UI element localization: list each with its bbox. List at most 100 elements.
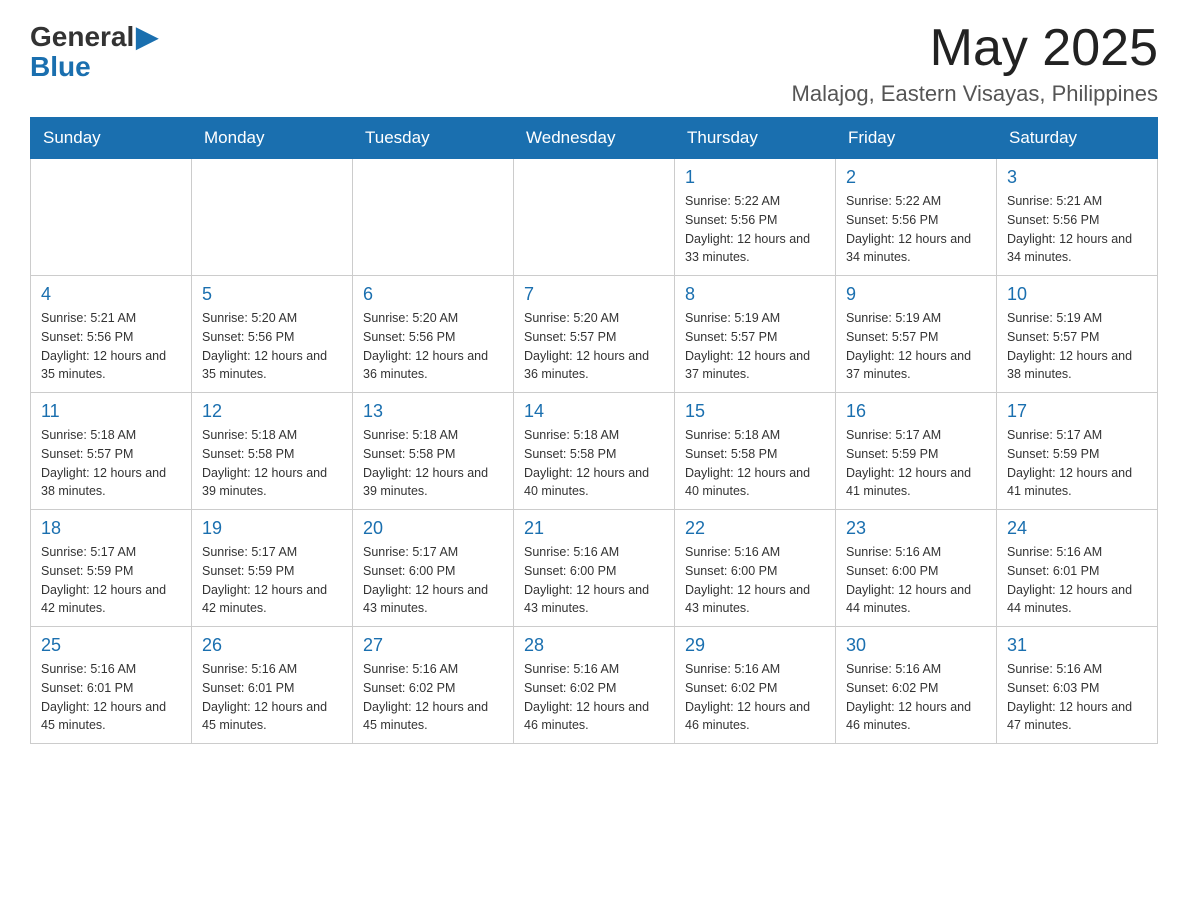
location-subtitle: Malajog, Eastern Visayas, Philippines (792, 81, 1158, 107)
calendar-cell: 17 Sunrise: 5:17 AMSunset: 5:59 PMDayligh… (997, 393, 1158, 510)
day-info: Sunrise: 5:17 AMSunset: 5:59 PMDaylight:… (1007, 426, 1147, 501)
day-info: Sunrise: 5:16 AMSunset: 6:01 PMDaylight:… (202, 660, 342, 735)
day-number: 18 (41, 518, 181, 539)
calendar-week-row: 11 Sunrise: 5:18 AMSunset: 5:57 PMDayligh… (31, 393, 1158, 510)
day-info: Sunrise: 5:16 AMSunset: 6:02 PMDaylight:… (846, 660, 986, 735)
logo: General ▶ Blue (30, 20, 158, 81)
day-info: Sunrise: 5:17 AMSunset: 5:59 PMDaylight:… (202, 543, 342, 618)
day-info: Sunrise: 5:16 AMSunset: 6:02 PMDaylight:… (685, 660, 825, 735)
day-info: Sunrise: 5:16 AMSunset: 6:02 PMDaylight:… (524, 660, 664, 735)
calendar-cell (31, 159, 192, 276)
day-info: Sunrise: 5:16 AMSunset: 6:03 PMDaylight:… (1007, 660, 1147, 735)
calendar-cell: 31 Sunrise: 5:16 AMSunset: 6:03 PMDayligh… (997, 627, 1158, 744)
day-number: 2 (846, 167, 986, 188)
logo-blue-text: Blue (30, 53, 91, 81)
day-of-week-header: Saturday (997, 118, 1158, 159)
day-number: 4 (41, 284, 181, 305)
day-info: Sunrise: 5:16 AMSunset: 6:01 PMDaylight:… (1007, 543, 1147, 618)
day-number: 1 (685, 167, 825, 188)
calendar-cell: 26 Sunrise: 5:16 AMSunset: 6:01 PMDayligh… (192, 627, 353, 744)
calendar-cell: 21 Sunrise: 5:16 AMSunset: 6:00 PMDayligh… (514, 510, 675, 627)
day-number: 22 (685, 518, 825, 539)
day-info: Sunrise: 5:16 AMSunset: 6:00 PMDaylight:… (685, 543, 825, 618)
day-number: 16 (846, 401, 986, 422)
calendar-header-row: SundayMondayTuesdayWednesdayThursdayFrid… (31, 118, 1158, 159)
logo-general-text: General (30, 23, 134, 51)
calendar-week-row: 4Sunrise: 5:21 AMSunset: 5:56 PMDaylight… (31, 276, 1158, 393)
day-info: Sunrise: 5:19 AMSunset: 5:57 PMDaylight:… (846, 309, 986, 384)
calendar-cell: 9 Sunrise: 5:19 AMSunset: 5:57 PMDaylight… (836, 276, 997, 393)
calendar-cell: 6 Sunrise: 5:20 AMSunset: 5:56 PMDaylight… (353, 276, 514, 393)
day-number: 20 (363, 518, 503, 539)
calendar-cell: 3 Sunrise: 5:21 AMSunset: 5:56 PMDaylight… (997, 159, 1158, 276)
calendar-cell: 29 Sunrise: 5:16 AMSunset: 6:02 PMDayligh… (675, 627, 836, 744)
day-info: Sunrise: 5:16 AMSunset: 6:02 PMDaylight:… (363, 660, 503, 735)
day-number: 23 (846, 518, 986, 539)
calendar-cell: 23Sunrise: 5:16 AMSunset: 6:00 PMDayligh… (836, 510, 997, 627)
day-info: Sunrise: 5:18 AMSunset: 5:57 PMDaylight:… (41, 426, 181, 501)
day-info: Sunrise: 5:20 AMSunset: 5:57 PMDaylight:… (524, 309, 664, 384)
calendar-cell: 28 Sunrise: 5:16 AMSunset: 6:02 PMDayligh… (514, 627, 675, 744)
calendar-table: SundayMondayTuesdayWednesdayThursdayFrid… (30, 117, 1158, 744)
calendar-cell: 14Sunrise: 5:18 AMSunset: 5:58 PMDayligh… (514, 393, 675, 510)
day-info: Sunrise: 5:16 AMSunset: 6:00 PMDaylight:… (524, 543, 664, 618)
day-number: 28 (524, 635, 664, 656)
day-number: 6 (363, 284, 503, 305)
day-number: 7 (524, 284, 664, 305)
calendar-cell: 25Sunrise: 5:16 AMSunset: 6:01 PMDayligh… (31, 627, 192, 744)
day-of-week-header: Wednesday (514, 118, 675, 159)
day-number: 29 (685, 635, 825, 656)
day-number: 5 (202, 284, 342, 305)
day-number: 21 (524, 518, 664, 539)
day-number: 25 (41, 635, 181, 656)
month-year-title: May 2025 (792, 20, 1158, 77)
day-info: Sunrise: 5:18 AMSunset: 5:58 PMDaylight:… (524, 426, 664, 501)
calendar-cell: 1 Sunrise: 5:22 AMSunset: 5:56 PMDaylight… (675, 159, 836, 276)
day-info: Sunrise: 5:22 AMSunset: 5:56 PMDaylight:… (846, 192, 986, 267)
day-of-week-header: Monday (192, 118, 353, 159)
day-info: Sunrise: 5:19 AMSunset: 5:57 PMDaylight:… (685, 309, 825, 384)
calendar-cell: 10 Sunrise: 5:19 AMSunset: 5:57 PMDayligh… (997, 276, 1158, 393)
day-number: 27 (363, 635, 503, 656)
day-number: 11 (41, 401, 181, 422)
calendar-cell (192, 159, 353, 276)
day-info: Sunrise: 5:19 AMSunset: 5:57 PMDaylight:… (1007, 309, 1147, 384)
day-number: 8 (685, 284, 825, 305)
day-of-week-header: Friday (836, 118, 997, 159)
calendar-cell (514, 159, 675, 276)
day-number: 30 (846, 635, 986, 656)
day-info: Sunrise: 5:18 AMSunset: 5:58 PMDaylight:… (363, 426, 503, 501)
calendar-cell: 13 Sunrise: 5:18 AMSunset: 5:58 PMDayligh… (353, 393, 514, 510)
day-info: Sunrise: 5:18 AMSunset: 5:58 PMDaylight:… (202, 426, 342, 501)
calendar-cell: 20Sunrise: 5:17 AMSunset: 6:00 PMDayligh… (353, 510, 514, 627)
day-number: 24 (1007, 518, 1147, 539)
day-number: 17 (1007, 401, 1147, 422)
day-number: 3 (1007, 167, 1147, 188)
day-info: Sunrise: 5:21 AMSunset: 5:56 PMDaylight:… (1007, 192, 1147, 267)
day-of-week-header: Tuesday (353, 118, 514, 159)
day-of-week-header: Thursday (675, 118, 836, 159)
calendar-cell: 8 Sunrise: 5:19 AMSunset: 5:57 PMDaylight… (675, 276, 836, 393)
calendar-cell: 11 Sunrise: 5:18 AMSunset: 5:57 PMDayligh… (31, 393, 192, 510)
calendar-cell: 18Sunrise: 5:17 AMSunset: 5:59 PMDayligh… (31, 510, 192, 627)
calendar-cell: 16Sunrise: 5:17 AMSunset: 5:59 PMDayligh… (836, 393, 997, 510)
calendar-week-row: 1 Sunrise: 5:22 AMSunset: 5:56 PMDaylight… (31, 159, 1158, 276)
calendar-cell: 12Sunrise: 5:18 AMSunset: 5:58 PMDayligh… (192, 393, 353, 510)
day-number: 9 (846, 284, 986, 305)
calendar-week-row: 18 Sunrise: 5:17 AMSunset: 5:59 PMDayligh… (31, 510, 1158, 627)
day-of-week-header: Sunday (31, 118, 192, 159)
calendar-cell: 30 Sunrise: 5:16 AMSunset: 6:02 PMDayligh… (836, 627, 997, 744)
calendar-cell (353, 159, 514, 276)
calendar-cell: 19 Sunrise: 5:17 AMSunset: 5:59 PMDayligh… (192, 510, 353, 627)
day-number: 26 (202, 635, 342, 656)
day-info: Sunrise: 5:22 AMSunset: 5:56 PMDaylight:… (685, 192, 825, 267)
day-number: 19 (202, 518, 342, 539)
calendar-cell: 5Sunrise: 5:20 AMSunset: 5:56 PMDaylight… (192, 276, 353, 393)
calendar-cell: 15Sunrise: 5:18 AMSunset: 5:58 PMDayligh… (675, 393, 836, 510)
day-number: 15 (685, 401, 825, 422)
day-number: 13 (363, 401, 503, 422)
day-number: 31 (1007, 635, 1147, 656)
day-number: 10 (1007, 284, 1147, 305)
calendar-cell: 2 Sunrise: 5:22 AMSunset: 5:56 PMDaylight… (836, 159, 997, 276)
day-info: Sunrise: 5:20 AMSunset: 5:56 PMDaylight:… (363, 309, 503, 384)
